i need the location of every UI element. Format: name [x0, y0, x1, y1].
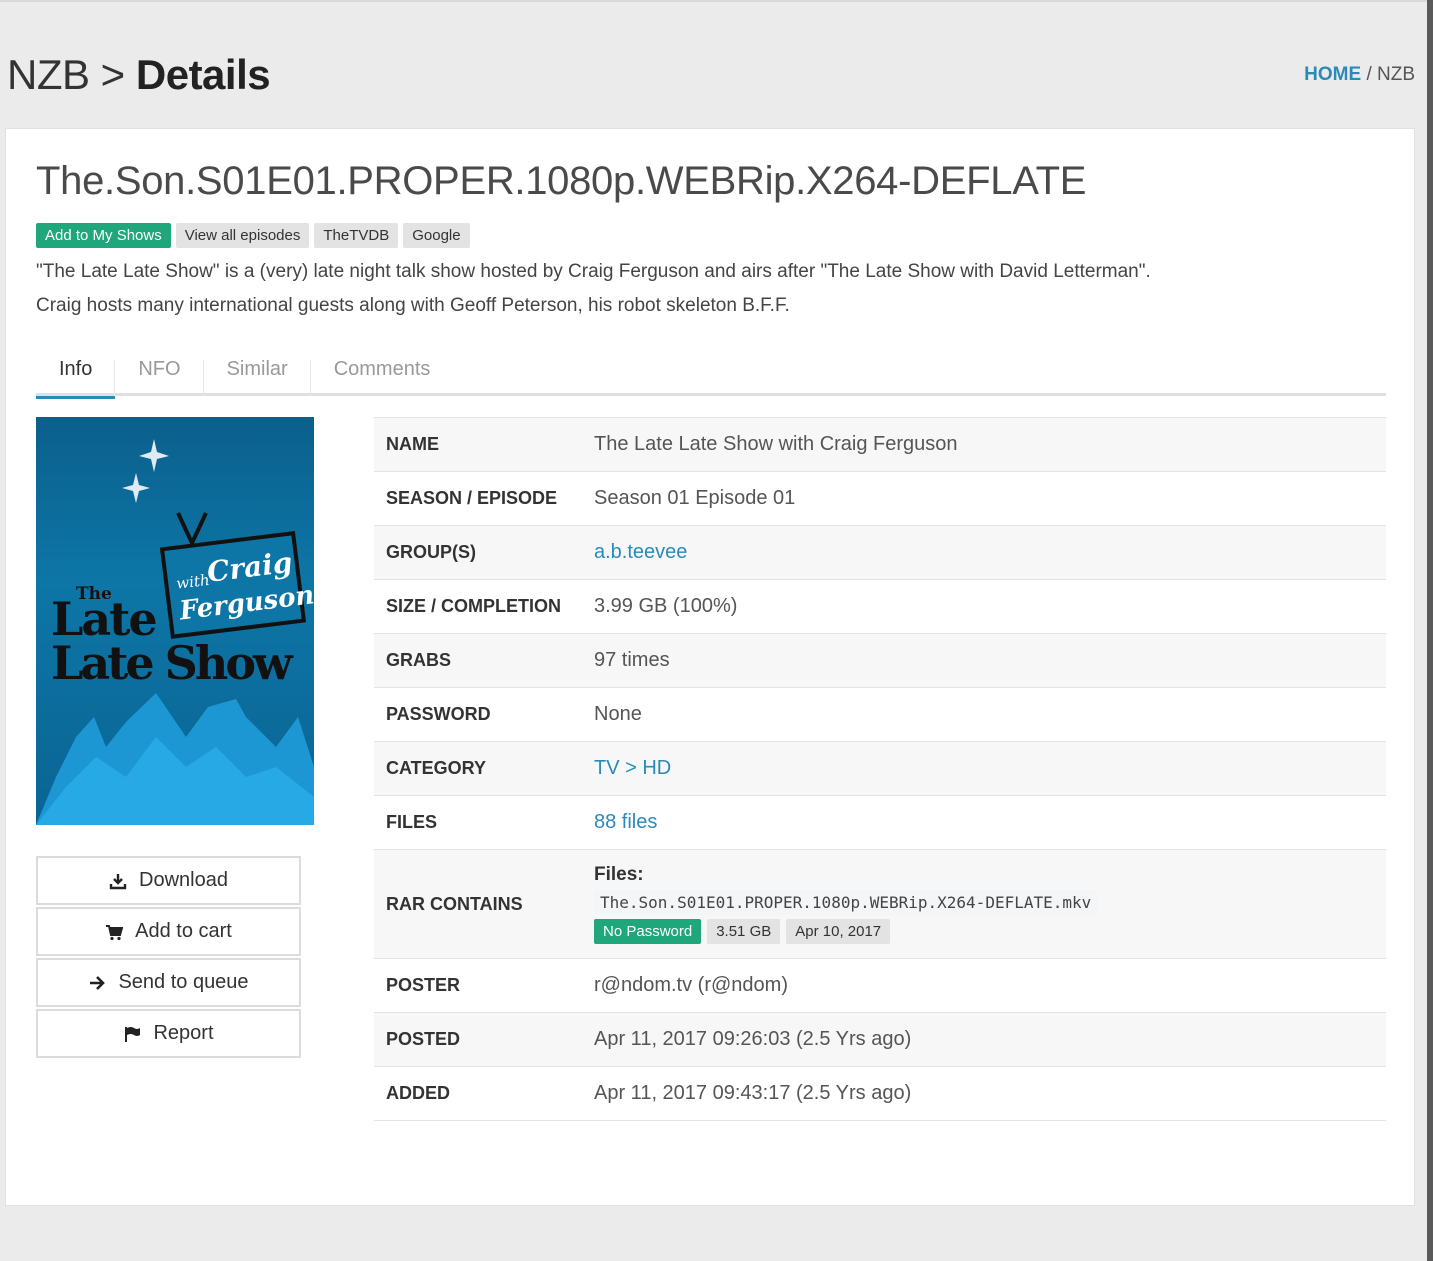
rar-date-badge: Apr 10, 2017 — [786, 919, 891, 944]
table-row: SIZE / COMPLETION 3.99 GB (100%) — [374, 580, 1386, 634]
add-to-cart-label: Add to cart — [135, 920, 232, 942]
tab-label: Comments — [333, 357, 431, 380]
breadcrumb-separator: / — [1366, 64, 1372, 85]
page-title-prefix: NZB > — [7, 51, 125, 98]
report-label: Report — [153, 1022, 214, 1044]
thetvdb-link[interactable]: TheTVDB — [314, 223, 399, 248]
tab-nfo[interactable]: NFO — [115, 342, 204, 396]
star-icon — [139, 439, 169, 472]
password-value: None — [594, 703, 642, 725]
posted-value: Apr 11, 2017 09:26:03 (2.5 Yrs ago) — [594, 1028, 912, 1050]
report-button[interactable]: Report — [36, 1009, 301, 1058]
add-to-my-shows-button[interactable]: Add to My Shows — [36, 223, 171, 248]
poster-value: r@ndom.tv (r@ndom) — [594, 974, 788, 996]
moon-icon — [78, 431, 124, 488]
download-label: Download — [139, 869, 228, 891]
download-icon — [109, 873, 127, 889]
star-icon — [122, 473, 150, 503]
send-to-queue-button[interactable]: Send to queue — [36, 958, 301, 1007]
window-edge — [1427, 0, 1433, 1261]
page-title-main: Details — [135, 51, 271, 98]
breadcrumb-current: NZB — [1377, 64, 1415, 85]
page-header: NZB > Details HOME / NZB — [7, 50, 1415, 100]
row-label: SIZE / COMPLETION — [386, 596, 562, 616]
row-label: ADDED — [386, 1083, 451, 1103]
row-label: CATEGORY — [386, 758, 487, 778]
page-title: NZB > Details — [7, 51, 271, 99]
top-edge — [0, 0, 1433, 2]
poster-art: with Craig Ferguson The Late Late Show — [36, 431, 314, 825]
row-label: RAR CONTAINS — [386, 893, 523, 914]
table-row: PASSWORD None — [374, 688, 1386, 742]
row-label: GROUP(S) — [386, 542, 476, 562]
tab-label: Similar — [226, 357, 288, 380]
table-row: POSTER r@ndom.tv (r@ndom) — [374, 959, 1386, 1013]
name-value: The Late Late Show with Craig Ferguson — [594, 433, 958, 455]
table-row: ADDED Apr 11, 2017 09:43:17 (2.5 Yrs ago… — [374, 1067, 1386, 1121]
table-row: CATEGORY TV > HD — [374, 741, 1386, 796]
group-link[interactable]: a.b.teevee — [594, 541, 687, 563]
breadcrumb: HOME / NZB — [1304, 64, 1415, 86]
poster-late-show-text: Late Show — [51, 636, 294, 690]
row-label: POSTED — [386, 1029, 461, 1049]
add-to-cart-button[interactable]: Add to cart — [36, 907, 301, 956]
nzb-actions: Download Add to cart Send to queue Repor… — [36, 856, 301, 1060]
tab-label: NFO — [138, 357, 181, 380]
release-title: The.Son.S01E01.PROPER.1080p.WEBRip.X264-… — [36, 159, 1087, 203]
view-all-episodes-button[interactable]: View all episodes — [175, 223, 310, 248]
row-label: GRABS — [386, 650, 452, 670]
flag-icon — [125, 1026, 141, 1042]
row-label: POSTER — [386, 975, 461, 995]
category-link[interactable]: TV > HD — [594, 757, 671, 779]
files-link[interactable]: 88 files — [594, 811, 657, 833]
rar-size-badge: 3.51 GB — [707, 919, 781, 944]
table-row: NAME The Late Late Show with Craig Fergu… — [374, 417, 1386, 472]
cart-icon — [106, 924, 124, 940]
table-row: FILES 88 files — [374, 796, 1386, 850]
table-row: POSTED Apr 11, 2017 09:26:03 (2.5 Yrs ag… — [374, 1012, 1386, 1067]
row-label: PASSWORD — [386, 704, 491, 724]
table-row: GROUP(S) a.b.teevee — [374, 525, 1386, 580]
details-card: The.Son.S01E01.PROPER.1080p.WEBRip.X264-… — [5, 128, 1415, 1206]
rar-contents: Files: The.Son.S01E01.PROPER.1080p.WEBRi… — [584, 850, 1386, 959]
table-row: GRABS 97 times — [374, 633, 1386, 688]
release-badges: Add to My Shows View all episodes TheTVD… — [36, 223, 470, 248]
season-episode-value: Season 01 Episode 01 — [594, 487, 796, 509]
tab-similar[interactable]: Similar — [204, 342, 311, 396]
tab-comments[interactable]: Comments — [311, 342, 454, 396]
show-poster: with Craig Ferguson The Late Late Show — [36, 417, 314, 825]
table-row: RAR CONTAINS Files: The.Son.S01E01.PROPE… — [374, 849, 1386, 959]
download-button[interactable]: Download — [36, 856, 301, 905]
google-link[interactable]: Google — [403, 223, 470, 248]
tab-info[interactable]: Info — [36, 342, 116, 399]
detail-tabs: Info NFO Similar Comments — [36, 342, 1386, 399]
row-label: NAME — [386, 434, 439, 454]
show-description: "The Late Late Show" is a (very) late ni… — [36, 255, 1366, 323]
added-value: Apr 11, 2017 09:43:17 (2.5 Yrs ago) — [594, 1082, 912, 1104]
rar-filename: The.Son.S01E01.PROPER.1080p.WEBRip.X264-… — [594, 890, 1098, 915]
size-completion-value: 3.99 GB (100%) — [594, 595, 738, 617]
breadcrumb-home-link[interactable]: HOME — [1304, 64, 1361, 85]
table-row: SEASON / EPISODE Season 01 Episode 01 — [374, 472, 1386, 526]
row-label: FILES — [386, 812, 438, 832]
no-password-badge: No Password — [594, 919, 702, 944]
nzb-info-table: NAME The Late Late Show with Craig Fergu… — [374, 417, 1386, 1121]
tab-label: Info — [59, 357, 93, 380]
grabs-value: 97 times — [594, 649, 670, 671]
description-line: Craig hosts many international guests al… — [36, 295, 790, 316]
rar-files-heading: Files: — [594, 864, 644, 885]
row-label: SEASON / EPISODE — [386, 488, 558, 508]
arrow-right-icon — [90, 975, 106, 990]
description-line: "The Late Late Show" is a (very) late ni… — [36, 261, 1151, 282]
send-to-queue-label: Send to queue — [118, 971, 249, 993]
antenna-icon — [176, 512, 208, 548]
